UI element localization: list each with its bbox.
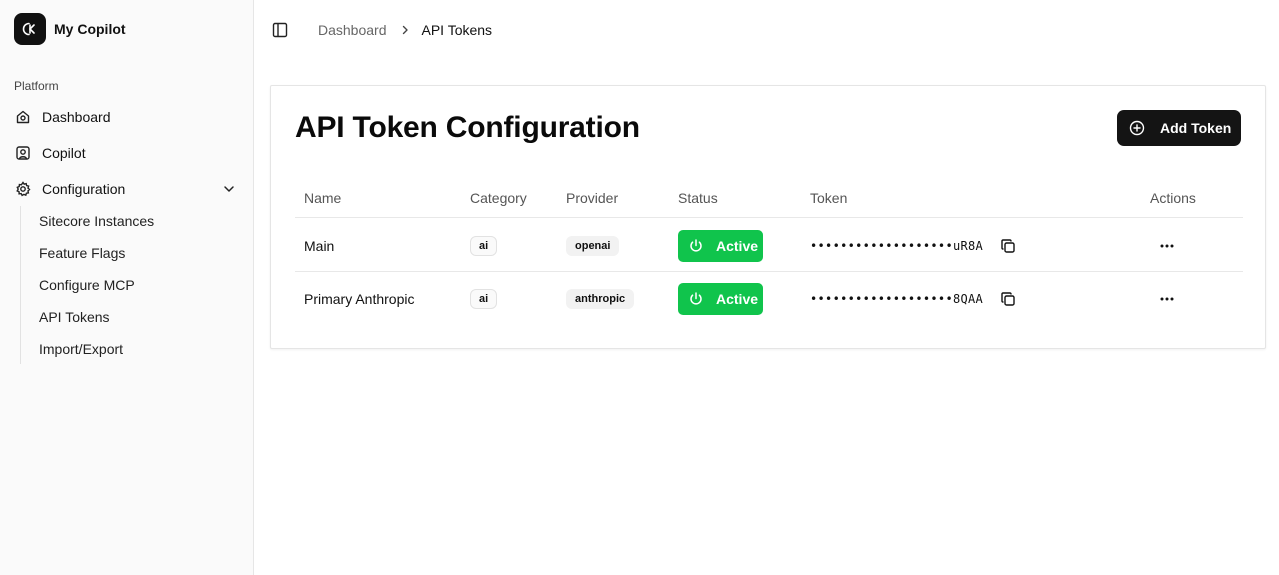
status-label: Active: [716, 237, 759, 254]
masked-token: •••••••••••••••••••uR8A: [810, 238, 984, 253]
configuration-subnav: Sitecore Instances Feature Flags Configu…: [20, 206, 154, 364]
more-actions-icon[interactable]: [1159, 291, 1175, 307]
sidebar-subitem-feature-flags[interactable]: Feature Flags: [33, 240, 233, 266]
breadcrumb-current: API Tokens: [421, 22, 493, 38]
app-logo-icon: [14, 13, 46, 45]
brand[interactable]: My Copilot: [14, 13, 126, 45]
breadcrumb-dashboard[interactable]: Dashboard: [318, 22, 387, 38]
category-badge: ai: [470, 288, 498, 309]
power-icon: [688, 291, 704, 307]
column-header-actions: Actions: [1150, 190, 1196, 206]
status-label: Active: [716, 290, 759, 307]
provider-badge: openai: [566, 235, 620, 256]
sidebar: My Copilot Platform Dashboard Copilot Co…: [0, 0, 254, 575]
app-name: My Copilot: [54, 21, 126, 37]
column-header-status: Status: [678, 190, 718, 206]
sidebar-item-configuration[interactable]: Configuration: [8, 174, 246, 204]
section-label-platform: Platform: [14, 79, 59, 93]
plus-circle-icon: [1129, 120, 1145, 136]
add-token-button[interactable]: Add Token: [1117, 110, 1241, 146]
copy-icon[interactable]: [1000, 238, 1016, 254]
home-icon: [14, 108, 32, 126]
user-square-icon: [14, 144, 32, 162]
power-icon: [688, 238, 704, 254]
sidebar-subitem-api-tokens[interactable]: API Tokens: [33, 304, 233, 330]
column-header-category: Category: [470, 190, 527, 206]
chevron-down-icon: [222, 182, 236, 199]
status-toggle-button[interactable]: Active: [678, 282, 763, 315]
gear-icon: [14, 180, 32, 198]
sidebar-item-label: Copilot: [42, 145, 86, 161]
column-header-name: Name: [304, 190, 342, 206]
add-token-label: Add Token: [1160, 120, 1232, 136]
table-row: Primary Anthropic ai anthropic Active ••…: [295, 272, 1243, 325]
provider-badge: anthropic: [566, 288, 635, 309]
token-name: Main: [304, 237, 335, 254]
sidebar-item-label: Configuration: [42, 181, 126, 197]
chevron-right-icon: [400, 25, 410, 35]
column-header-provider: Provider: [566, 190, 619, 206]
status-toggle-button[interactable]: Active: [678, 229, 763, 262]
column-header-token: Token: [810, 190, 848, 206]
breadcrumb: Dashboard API Tokens: [318, 20, 492, 40]
sidebar-subitem-sitecore-instances[interactable]: Sitecore Instances: [33, 208, 233, 234]
sidebar-item-copilot[interactable]: Copilot: [8, 138, 246, 168]
sidebar-subitem-configure-mcp[interactable]: Configure MCP: [33, 272, 233, 298]
sidebar-item-dashboard[interactable]: Dashboard: [8, 102, 246, 132]
table-header: Name Category Provider Status Token Acti…: [295, 178, 1243, 218]
sidebar-subitem-import-export[interactable]: Import/Export: [33, 336, 233, 362]
table-row: Main ai openai Active ••••••••••••••••••…: [295, 219, 1243, 272]
more-actions-icon[interactable]: [1159, 238, 1175, 254]
category-badge: ai: [470, 235, 498, 256]
sidebar-toggle-icon[interactable]: [271, 21, 289, 39]
page-title: API Token Configuration: [295, 111, 640, 144]
masked-token: •••••••••••••••••••8QAA: [810, 291, 984, 306]
copy-icon[interactable]: [1000, 291, 1016, 307]
sidebar-item-label: Dashboard: [42, 109, 111, 125]
token-name: Primary Anthropic: [304, 290, 415, 307]
api-token-card: API Token Configuration Add Token Name C…: [270, 85, 1266, 349]
